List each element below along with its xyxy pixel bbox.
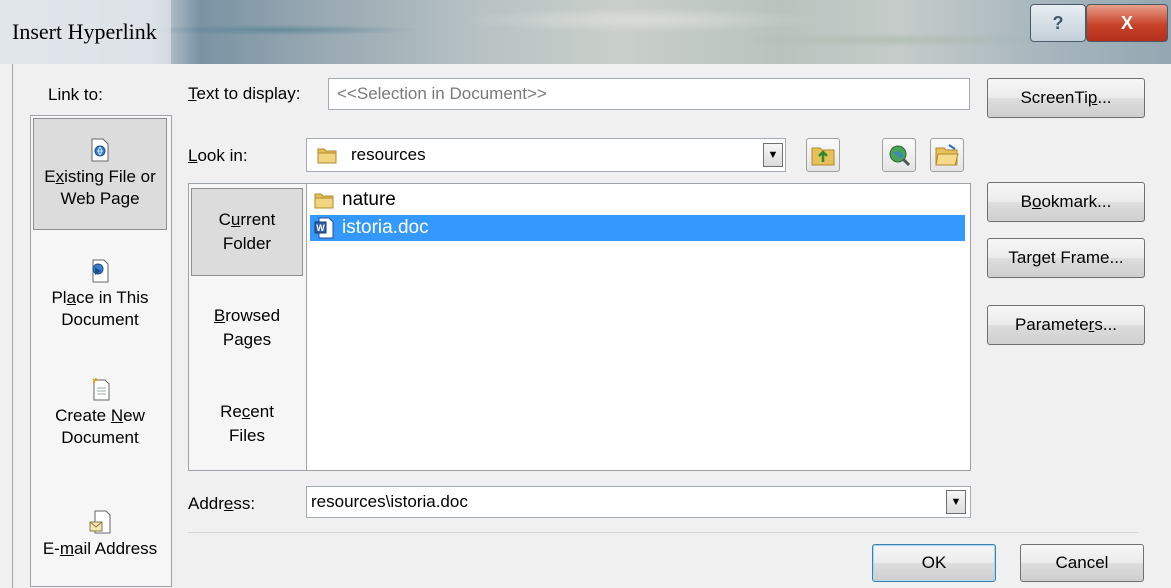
list-item[interactable]: nature	[310, 187, 965, 213]
target-frame-button[interactable]: Tar g et Frame...	[987, 238, 1145, 278]
screentip-accel: p	[1087, 88, 1098, 107]
parameters-post: s...	[1094, 315, 1118, 334]
bookmark-pre: B	[1020, 192, 1032, 211]
screentip-button[interactable]: ScreenTi p...	[987, 78, 1145, 118]
nav-current-accel: u	[230, 210, 241, 229]
close-button[interactable]: X	[1086, 4, 1168, 42]
target-frame-post: et Frame...	[1041, 248, 1124, 267]
text-to-display-label: Text to display:	[188, 84, 300, 104]
link-place-in-document[interactable]: Place in This Document	[33, 240, 167, 350]
nav-browsed-line2: Pages	[222, 330, 272, 349]
address-label-post: ss:	[233, 494, 256, 513]
file-name: istoria.doc	[342, 217, 429, 238]
up-folder-icon	[811, 147, 835, 166]
link-place-label-accel: a	[66, 288, 77, 307]
aero-glass-background	[0, 0, 1171, 64]
place-in-document-icon	[92, 259, 109, 283]
help-button[interactable]: ?	[1030, 4, 1086, 42]
file-list[interactable]: nature W istoria.doc	[306, 183, 971, 471]
footer-separator	[188, 532, 1138, 533]
svg-text:W: W	[316, 223, 325, 233]
bookmark-button[interactable]: Bo okmark...	[987, 182, 1145, 222]
link-place-label-pre: Pl	[51, 288, 67, 307]
parameters-button[interactable]: Paramete r s...	[987, 305, 1145, 345]
word-document-icon: W	[314, 217, 334, 239]
nav-recent-line2: Files	[229, 426, 265, 445]
nav-current-pre: C	[218, 210, 231, 229]
nav-browsed-post: rowsed	[225, 306, 281, 325]
link-place-label-line2: Document	[61, 310, 139, 329]
link-existing-file[interactable]: Existing File or Web Page	[33, 118, 167, 230]
link-to-label: Link to:	[48, 85, 103, 104]
target-frame-accel: g	[1031, 248, 1042, 267]
list-item[interactable]: W istoria.doc	[310, 215, 965, 241]
text-to-display-label-rest: ext to display:	[196, 84, 301, 103]
nav-recent-post: ent	[250, 402, 274, 421]
bookmark-post: okmark...	[1041, 192, 1112, 211]
nav-recent-pre: Re	[220, 402, 242, 421]
link-email-label-accel: m	[59, 539, 74, 558]
look-in-combo[interactable]: resources	[306, 138, 786, 172]
open-folder-icon	[935, 144, 959, 166]
link-create-label-post: ew	[123, 406, 145, 425]
existing-file-icon	[91, 138, 109, 162]
browse-file-button[interactable]	[930, 138, 964, 172]
look-in-label: Look in:	[188, 146, 248, 166]
link-place-label-post: ce in This	[76, 288, 149, 307]
screentip-post: ...	[1097, 88, 1112, 107]
nav-current-post: rrent	[240, 210, 276, 229]
title-bar: Insert Hyperlink ? X	[0, 0, 1171, 64]
nav-browsed-accel: B	[213, 306, 226, 325]
cancel-button[interactable]: Cancel	[1020, 544, 1144, 582]
screentip-pre: ScreenTi	[1020, 88, 1088, 107]
address-label-accel: e	[223, 494, 234, 513]
link-create-label-line2: Document	[61, 428, 139, 447]
browse-web-button[interactable]	[882, 138, 916, 172]
link-create-label-pre: Create	[55, 406, 111, 425]
look-in-label-rest: ook in:	[197, 146, 248, 165]
ok-button[interactable]: OK	[872, 544, 996, 582]
nav-current-line2: Folder	[222, 234, 272, 253]
link-existing-label-post: isting File or	[64, 167, 156, 186]
address-label-pre: Addr	[188, 494, 224, 513]
nav-current-folder[interactable]: Current Folder	[191, 188, 303, 276]
address-label: Address:	[188, 494, 255, 514]
link-email-label-post: ail Address	[74, 539, 158, 558]
folder-icon	[317, 148, 337, 164]
target-frame-pre: Tar	[1008, 248, 1032, 267]
browse-web-icon	[889, 145, 911, 167]
link-existing-label-line2: Web Page	[60, 189, 140, 208]
link-email-label-pre: E-	[42, 539, 60, 558]
link-create-label-accel: N	[110, 406, 124, 425]
link-existing-label-accel: x	[55, 167, 65, 186]
file-name: nature	[342, 189, 396, 210]
help-icon: ?	[1052, 12, 1064, 33]
link-existing-label-pre: E	[44, 167, 56, 186]
email-address-icon	[89, 510, 111, 534]
nav-recent-files[interactable]: Recent Files	[191, 380, 303, 468]
create-new-document-icon	[92, 378, 110, 401]
text-to-display-accel: T	[188, 84, 197, 103]
up-one-folder-button[interactable]	[806, 138, 840, 172]
close-icon: X	[1120, 12, 1133, 33]
nav-browsed-pages[interactable]: Browsed Pages	[191, 284, 303, 372]
link-create-new-document[interactable]: Create New Document	[33, 358, 167, 468]
parameters-pre: Paramete	[1014, 315, 1089, 334]
window-title: Insert Hyperlink	[0, 0, 171, 64]
look-in-dropdown-arrow[interactable]: ▼	[763, 143, 783, 167]
look-in-value: resources	[351, 145, 426, 164]
link-email-address[interactable]: E-mail Address	[33, 490, 167, 580]
text-to-display-input[interactable]: <<Selection in Document>>	[328, 78, 970, 110]
bookmark-accel: o	[1031, 192, 1042, 211]
address-input[interactable]: resources\istoria.doc	[306, 486, 971, 518]
folder-icon	[314, 193, 334, 209]
address-dropdown-arrow[interactable]: ▼	[946, 490, 966, 514]
